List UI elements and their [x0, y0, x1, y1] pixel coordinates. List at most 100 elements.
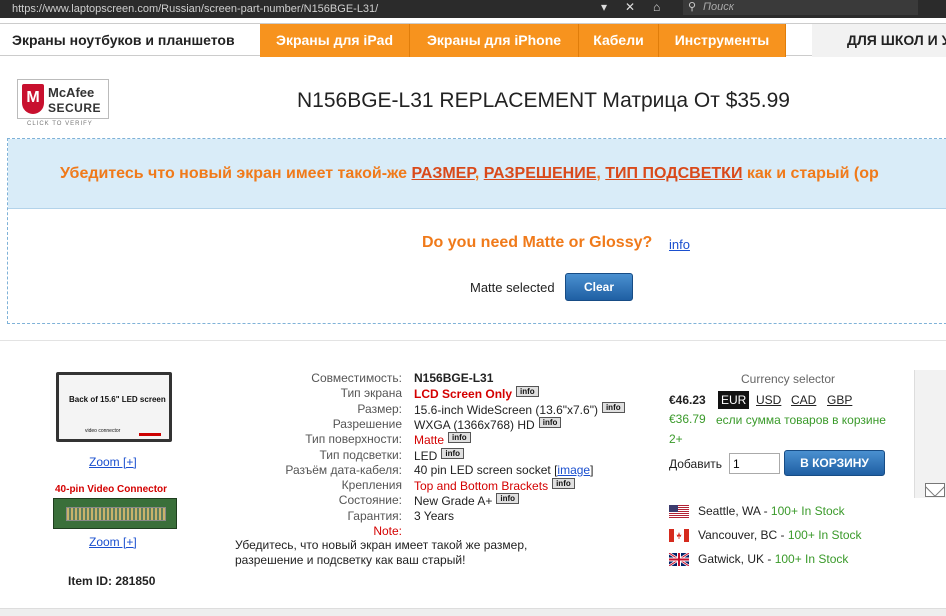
notice-banner: Убедитесь что новый экран имеет такой-же… — [8, 139, 946, 209]
spec-value: WXGA (1366x768) HD info — [414, 416, 562, 432]
spec-value: Top and Bottom Brackets info — [414, 478, 575, 493]
mcafee-line2: SECURE — [48, 101, 102, 115]
clear-button[interactable]: Clear — [565, 273, 633, 301]
info-badge[interactable]: info — [448, 432, 471, 444]
spec-value: N156BGE-L31 — [414, 371, 493, 385]
tab-ipad[interactable]: Экраны для iPad — [260, 24, 410, 57]
spec-key: Разъём дата-кабеля: — [285, 462, 402, 477]
ca-flag-icon — [669, 529, 689, 542]
spec-key: Note: — [373, 524, 402, 538]
stock-row: Gatwick, UK - 100+ In Stock — [668, 551, 909, 568]
note-text: Убедитесь, что новый экран имеет такой ж… — [235, 538, 527, 568]
selection-status: Matte selected — [470, 280, 555, 295]
spec-key: Крепления — [341, 478, 402, 493]
tab-cables[interactable]: Кабели — [579, 24, 659, 57]
notice-warning: Убедитесь что новый экран имеет такой-же… — [60, 165, 879, 182]
page-footer-edge — [0, 608, 946, 616]
spec-value-text: LED — [414, 448, 438, 463]
spec-key: Гарантия: — [347, 508, 402, 523]
stock-location: Gatwick, UK - — [698, 552, 775, 566]
warning-end: как и старый (ор — [742, 165, 879, 182]
note-line-1: Убедитесь, что новый экран имеет такой ж… — [235, 538, 528, 552]
stock-status: 100+ In Stock — [770, 504, 845, 518]
mcafee-shield-icon: M — [22, 84, 44, 114]
resolution-keyword: РАЗРЕШЕНИЕ — [483, 165, 597, 182]
nav-schools-link[interactable]: ДЛЯ ШКОЛ И У — [812, 24, 946, 57]
stock-status: 100+ In Stock — [787, 528, 862, 542]
surface-question: Do you need Matte or Glossy? — [422, 234, 653, 251]
spec-value-text: N156BGE-L31 — [414, 371, 494, 385]
spec-value-text: 3 Years — [414, 508, 455, 523]
note-line-2: разрешение и подсветку как ваш старый! — [235, 553, 466, 567]
currency-option-cad[interactable]: CAD — [791, 391, 816, 409]
tab-iphone[interactable]: Экраны для iPhone — [410, 24, 579, 57]
page-title: N156BGE-L31 REPLACEMENT Матрица От $35.9… — [297, 89, 790, 112]
compatibility-notice: Убедитесь что новый экран имеет такой-же… — [7, 138, 946, 324]
info-badge[interactable]: info — [441, 447, 465, 459]
warning-start: Убедитесь что новый экран имеет такой-же — [60, 165, 412, 182]
spec-key: Состояние: — [338, 493, 402, 508]
spec-value-text: Top and Bottom Brackets — [414, 479, 549, 494]
spec-value: 3 Years — [414, 509, 454, 523]
search-placeholder: Поиск — [703, 1, 734, 13]
search-input[interactable]: ⚲ Поиск — [683, 0, 918, 15]
currency-selector-label: Currency selector — [741, 372, 836, 386]
spec-value-text: 15.6-inch WideScreen (13.6"x7.6") — [414, 402, 598, 417]
spec-row: Тип поверхности: Matte info — [0, 432, 946, 448]
mcafee-line1: McAfee — [48, 85, 95, 100]
tab-tools[interactable]: Инструменты — [659, 24, 786, 57]
nav-home-link[interactable]: Экраны ноутбуков и планшетов — [0, 24, 260, 57]
spec-key: Тип поверхности: — [305, 432, 402, 447]
spec-value-text: LCD Screen Only — [414, 387, 513, 402]
spec-key: Размер: — [357, 401, 402, 416]
info-badge[interactable]: info — [496, 493, 520, 505]
bulk-price-text: если сумма товаров в корзине — [716, 413, 886, 427]
spec-value-text: 40 pin LED screen socket — [414, 462, 551, 477]
spec-key: Совместимость: — [311, 371, 402, 385]
stock-location: Vancouver, BC - — [698, 528, 788, 542]
mcafee-secure-badge[interactable]: M McAfee SECURE CLICK TO VERIFY — [17, 79, 109, 127]
currency-option-usd[interactable]: USD — [756, 391, 781, 409]
stock-status: 100+ In Stock — [774, 552, 849, 566]
stock-text: Seattle, WA - 100+ In Stock — [698, 504, 845, 518]
spec-value-text: Matte — [414, 433, 445, 448]
image-link[interactable]: image — [557, 463, 590, 477]
surface-info-link[interactable]: info — [669, 237, 690, 252]
spec-value: 15.6-inch WideScreen (13.6"x7.6") info — [414, 401, 625, 417]
bracket: ] — [590, 462, 594, 477]
quantity-label: Добавить — [669, 457, 723, 471]
dropdown-arrow-icon[interactable]: ▾ — [601, 0, 607, 14]
spec-key: Разрешение — [332, 416, 402, 431]
search-icon: ⚲ — [688, 1, 697, 13]
spec-value: Matte info — [414, 432, 471, 447]
info-badge[interactable]: info — [601, 401, 625, 413]
spec-value-text: New Grade A+ — [414, 494, 493, 509]
mail-icon[interactable] — [925, 483, 945, 497]
info-badge[interactable]: info — [552, 478, 575, 490]
stock-location: Seattle, WA - — [698, 504, 771, 518]
quantity-input[interactable] — [729, 453, 780, 474]
divider — [0, 340, 946, 341]
browser-toolbar: https://www.laptopscreen.com/Russian/scr… — [0, 0, 946, 18]
info-badge[interactable]: info — [538, 416, 562, 428]
home-icon[interactable]: ⌂ — [653, 0, 660, 14]
main-nav: Экраны ноутбуков и планшетов Экраны для … — [0, 23, 946, 57]
info-badge[interactable]: info — [516, 386, 539, 398]
price: €46.23 — [669, 393, 706, 407]
currency-option-eur[interactable]: EUR — [718, 391, 750, 409]
item-id: Item ID: 281850 — [68, 574, 156, 588]
bulk-price-text-2: 2+ — [669, 432, 683, 446]
mcafee-badge-box: M McAfee SECURE — [17, 79, 109, 119]
uk-flag-icon — [668, 551, 690, 568]
side-panel — [914, 370, 946, 498]
url-field[interactable]: https://www.laptopscreen.com/Russian/scr… — [0, 3, 600, 15]
stock-text: Vancouver, BC - 100+ In Stock — [698, 528, 862, 542]
backlight-keyword: ТИП ПОДСВЕТКИ — [605, 165, 743, 182]
spec-row: Крепления Top and Bottom Brackets info — [0, 478, 946, 494]
us-flag-icon — [669, 505, 689, 518]
close-icon[interactable]: ✕ — [625, 0, 635, 14]
spec-value: New Grade A+ info — [414, 493, 520, 509]
add-to-cart-button[interactable]: В КОРЗИНУ — [784, 450, 885, 476]
size-keyword: РАЗМЕР — [411, 165, 475, 182]
currency-option-gbp[interactable]: GBP — [827, 391, 852, 409]
